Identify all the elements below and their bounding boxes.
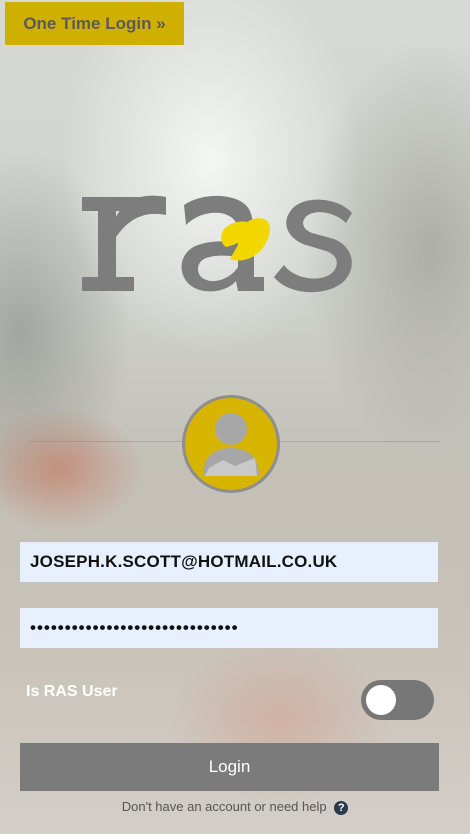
help-link-row[interactable]: Don't have an account or need help ? bbox=[0, 799, 470, 815]
avatar bbox=[182, 395, 280, 493]
ras-user-label: Is RAS User bbox=[26, 683, 118, 700]
login-button[interactable]: Login bbox=[20, 743, 439, 791]
toggle-knob[interactable] bbox=[366, 685, 396, 715]
email-field[interactable]: JOSEPH.K.SCOTT@HOTMAIL.CO.UK bbox=[20, 542, 438, 582]
ras-logo bbox=[82, 195, 352, 293]
question-circle-icon[interactable]: ? bbox=[334, 800, 349, 815]
ras-user-toggle[interactable] bbox=[361, 680, 434, 720]
one-time-login-button[interactable]: One Time Login » bbox=[5, 2, 184, 45]
help-link[interactable]: Don't have an account or need help bbox=[122, 799, 327, 814]
password-field[interactable]: •••••••••••••••••••••••••••••• bbox=[20, 608, 438, 648]
user-icon bbox=[203, 413, 259, 476]
